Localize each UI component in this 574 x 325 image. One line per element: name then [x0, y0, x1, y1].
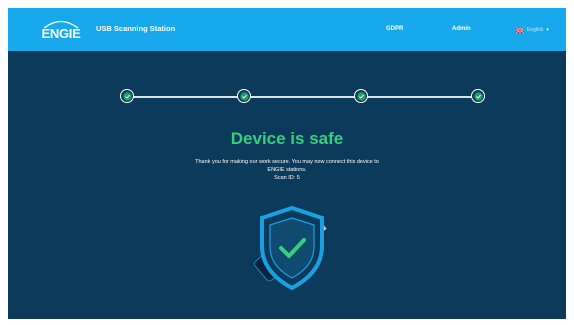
nav-link-gdpr[interactable]: GDPR [386, 23, 403, 35]
step-4-complete [471, 89, 485, 103]
check-icon [356, 91, 366, 101]
step-1-complete [120, 89, 134, 103]
header-bar: ENGIE USB Scanning Station GDPR Admin En… [8, 8, 566, 51]
language-selector[interactable]: English ▾ [516, 24, 549, 36]
stepper-line [128, 96, 478, 98]
scan-id: Scan ID: 5 [274, 175, 300, 181]
chevron-down-icon: ▾ [546, 27, 549, 33]
step-2-complete [237, 89, 251, 103]
check-icon [239, 91, 249, 101]
app-title: USB Scanning Station [96, 24, 176, 33]
check-icon [473, 91, 483, 101]
uk-flag-icon [516, 27, 524, 33]
language-label: English [527, 27, 544, 33]
logo-text: ENGIE [41, 26, 81, 41]
step-3-complete [354, 89, 368, 103]
usb-shield-check-icon [254, 205, 327, 291]
result-message: Thank you for making our work secure. Yo… [195, 159, 379, 173]
progress-stepper [120, 89, 485, 105]
app-window: ENGIE USB Scanning Station GDPR Admin En… [8, 8, 566, 319]
result-headline: Device is safe [230, 129, 344, 148]
nav-link-admin[interactable]: Admin [452, 23, 471, 35]
engie-logo[interactable]: ENGIE [38, 19, 84, 41]
check-icon [122, 91, 132, 101]
